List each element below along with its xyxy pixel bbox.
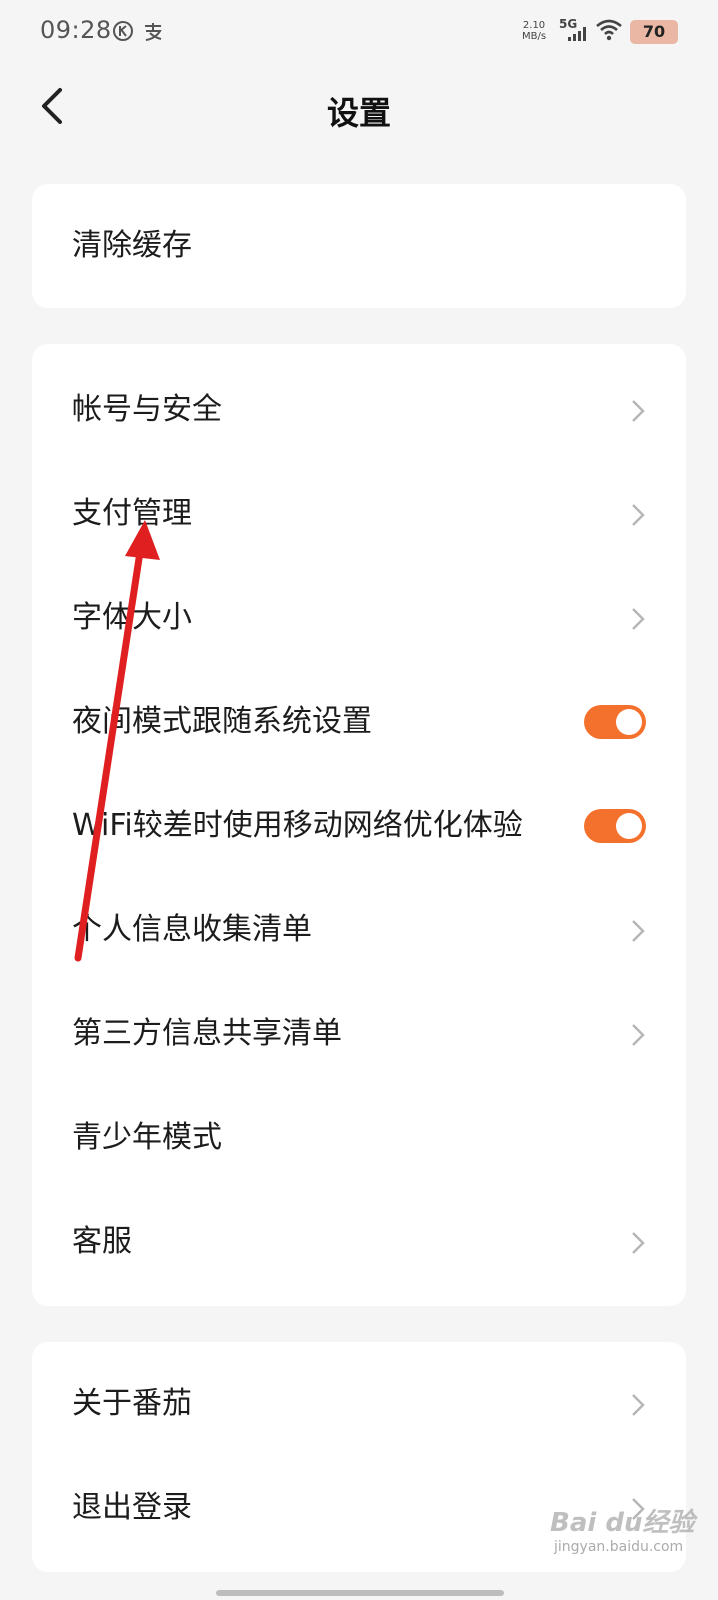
app-k-icon — [113, 21, 133, 41]
teen-mode-label: 青少年模式 — [72, 1120, 222, 1155]
wifi-optimization-row: WiFi较差时使用移动网络优化体验 — [32, 774, 686, 878]
network-speed-value: 2.10 — [522, 20, 546, 31]
page-title: 设置 — [326, 94, 391, 132]
status-time: 09:28 — [40, 16, 112, 44]
personal-info-list-label: 个人信息收集清单 — [72, 912, 312, 947]
alipay-notification-icon — [145, 23, 162, 41]
night-mode-label: 夜间模式跟随系统设置 — [72, 704, 372, 739]
toggle-knob — [616, 813, 642, 839]
account-security-row[interactable]: 帐号与安全 — [32, 358, 686, 462]
font-size-row[interactable]: 字体大小 — [32, 566, 686, 670]
toggle-knob — [616, 709, 642, 735]
network-speed-unit: MB/s — [522, 31, 547, 42]
home-indicator[interactable] — [216, 1590, 504, 1596]
settings-card: 帐号与安全 支付管理 字体大小 夜间模式跟随系统设置 WiFi较差时使用移动网络… — [32, 344, 686, 1306]
chevron-right-icon — [632, 1394, 645, 1416]
navigation-bar: 设置 — [0, 70, 718, 150]
cache-card: 清除缓存 — [32, 184, 686, 308]
status-bar: 09:28 2.10 MB/s 5G 70 — [0, 0, 718, 64]
watermark-sub: jingyan.baidu.com — [554, 1539, 684, 1555]
chevron-right-icon — [632, 920, 645, 942]
about-row[interactable]: 关于番茄 — [32, 1352, 686, 1456]
chevron-right-icon — [632, 1024, 645, 1046]
about-label: 关于番茄 — [72, 1386, 192, 1421]
watermark-main: Bai du经验 — [550, 1508, 695, 1538]
customer-service-row[interactable]: 客服 — [32, 1190, 686, 1294]
logout-label: 退出登录 — [72, 1490, 192, 1525]
chevron-right-icon — [632, 1232, 645, 1254]
chevron-right-icon — [632, 504, 645, 526]
clear-cache-label: 清除缓存 — [72, 228, 192, 263]
third-party-sharing-label: 第三方信息共享清单 — [72, 1016, 342, 1051]
chevron-right-icon — [632, 400, 645, 422]
night-mode-row: 夜间模式跟随系统设置 — [32, 670, 686, 774]
font-size-label: 字体大小 — [72, 600, 192, 635]
payment-management-label: 支付管理 — [72, 496, 192, 531]
clear-cache-row[interactable]: 清除缓存 — [32, 194, 686, 298]
wifi-optimization-label: WiFi较差时使用移动网络优化体验 — [72, 808, 523, 843]
wifi-icon — [596, 19, 622, 41]
personal-info-list-row[interactable]: 个人信息收集清单 — [32, 878, 686, 982]
network-speed: 2.10 MB/s — [522, 20, 546, 42]
signal-icon — [568, 27, 586, 41]
account-security-label: 帐号与安全 — [72, 392, 222, 427]
night-mode-toggle[interactable] — [584, 705, 646, 739]
payment-management-row[interactable]: 支付管理 — [32, 462, 686, 566]
battery-level: 70 — [642, 22, 666, 41]
wifi-optimization-toggle[interactable] — [584, 809, 646, 843]
chevron-right-icon — [632, 608, 645, 630]
teen-mode-row[interactable]: 青少年模式 — [32, 1086, 686, 1190]
customer-service-label: 客服 — [72, 1224, 132, 1259]
third-party-sharing-row[interactable]: 第三方信息共享清单 — [32, 982, 686, 1086]
battery-indicator: 70 — [630, 20, 678, 44]
baidu-watermark: Bai du经验 jingyan.baidu.com — [550, 1502, 694, 1555]
